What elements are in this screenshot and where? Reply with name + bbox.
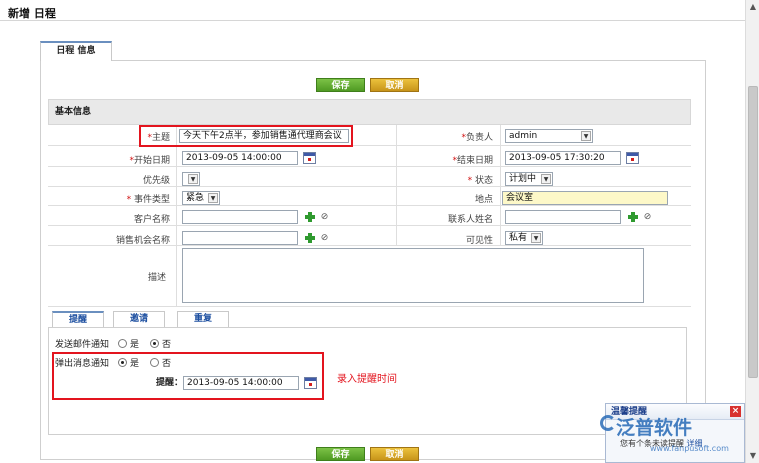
save-button-top[interactable]: 保存 (316, 78, 365, 92)
calendar-icon[interactable] (303, 152, 316, 164)
scroll-up-icon[interactable]: ▲ (746, 0, 759, 14)
chevron-down-icon: ▼ (531, 233, 541, 243)
vertical-scrollbar[interactable]: ▲ ▼ (745, 0, 759, 463)
brand-logo: 泛普软件 (616, 417, 693, 439)
email-notify-label: 发送邮件通知 (55, 340, 110, 350)
contact-label: 联系人姓名 (447, 215, 493, 225)
col-divider (396, 125, 397, 245)
visibility-select[interactable]: 私有 ▼ (505, 231, 543, 245)
tab-invite[interactable]: 邀请 (113, 311, 165, 327)
status-label: * 状态 (467, 176, 493, 186)
cancel-button-bottom[interactable]: 取消 (370, 447, 419, 461)
scroll-down-icon[interactable]: ▼ (746, 449, 759, 463)
add-icon[interactable] (305, 233, 315, 243)
owner-select[interactable]: admin ▼ (505, 129, 593, 143)
start-date-input[interactable]: 2013-09-05 14:00:00 (182, 151, 298, 165)
chevron-down-icon: ▼ (541, 174, 551, 184)
add-icon[interactable] (305, 212, 315, 222)
scroll-thumb[interactable] (748, 86, 758, 378)
row-divider (48, 306, 691, 307)
row-divider (48, 205, 691, 206)
owner-label: *负责人 (461, 133, 493, 143)
add-icon[interactable] (628, 212, 638, 222)
opportunity-input[interactable] (182, 231, 298, 245)
clear-icon[interactable]: ⊘ (319, 233, 330, 243)
brand-logo-icon (600, 415, 616, 431)
email-yes-radio[interactable] (118, 339, 127, 348)
row-divider (48, 166, 691, 167)
location-label: 地点 (474, 195, 493, 205)
email-no-label: 否 (162, 340, 172, 350)
end-date-input[interactable]: 2013-09-05 17:30:20 (505, 151, 621, 165)
chevron-down-icon: ▼ (581, 131, 591, 141)
brand-url: www.fanpusoft.com (650, 444, 729, 453)
customer-input[interactable] (182, 210, 298, 224)
location-input[interactable]: 会议室 (502, 191, 668, 205)
email-no-radio[interactable] (150, 339, 159, 348)
event-type-select[interactable]: 紧急 ▼ (182, 191, 220, 205)
visibility-label: 可见性 (465, 236, 493, 246)
start-date-label: *开始日期 (129, 156, 170, 166)
event-type-label: * 事件类型 (126, 195, 170, 205)
customer-label: 客户名称 (133, 215, 170, 225)
priority-label: 优先级 (142, 176, 170, 186)
calendar-icon[interactable] (626, 152, 639, 164)
save-button-bottom[interactable]: 保存 (316, 447, 365, 461)
close-icon[interactable]: × (730, 406, 741, 417)
end-date-label: *结束日期 (452, 156, 493, 166)
chevron-down-icon: ▼ (188, 174, 198, 184)
cancel-button-top[interactable]: 取消 (370, 78, 419, 92)
highlight-reminder (52, 352, 324, 400)
row-divider (48, 225, 691, 226)
status-select[interactable]: 计划中 ▼ (505, 172, 553, 186)
page-title: 新增 日程 (8, 7, 56, 20)
email-yes-label: 是 (130, 340, 140, 350)
clear-icon[interactable]: ⊘ (319, 212, 330, 222)
clear-icon[interactable]: ⊘ (642, 212, 653, 222)
row-divider (48, 186, 691, 187)
description-label: 描述 (147, 273, 166, 283)
priority-select[interactable]: ▼ (182, 172, 200, 186)
annotation-text: 录入提醒时间 (337, 374, 397, 385)
tab-schedule-info[interactable]: 日程 信息 (40, 41, 112, 61)
col-divider (500, 125, 501, 245)
highlight-subject (139, 125, 353, 147)
chevron-down-icon: ▼ (208, 193, 218, 203)
description-textarea[interactable] (182, 248, 644, 303)
col-divider (176, 125, 177, 306)
opportunity-label: 销售机会名称 (115, 236, 170, 246)
tab-repeat[interactable]: 重复 (177, 311, 229, 327)
title-divider (0, 20, 745, 21)
section-basic-info: 基本信息 (48, 99, 691, 125)
contact-input[interactable] (505, 210, 621, 224)
tab-reminder[interactable]: 提醒 (52, 311, 104, 327)
